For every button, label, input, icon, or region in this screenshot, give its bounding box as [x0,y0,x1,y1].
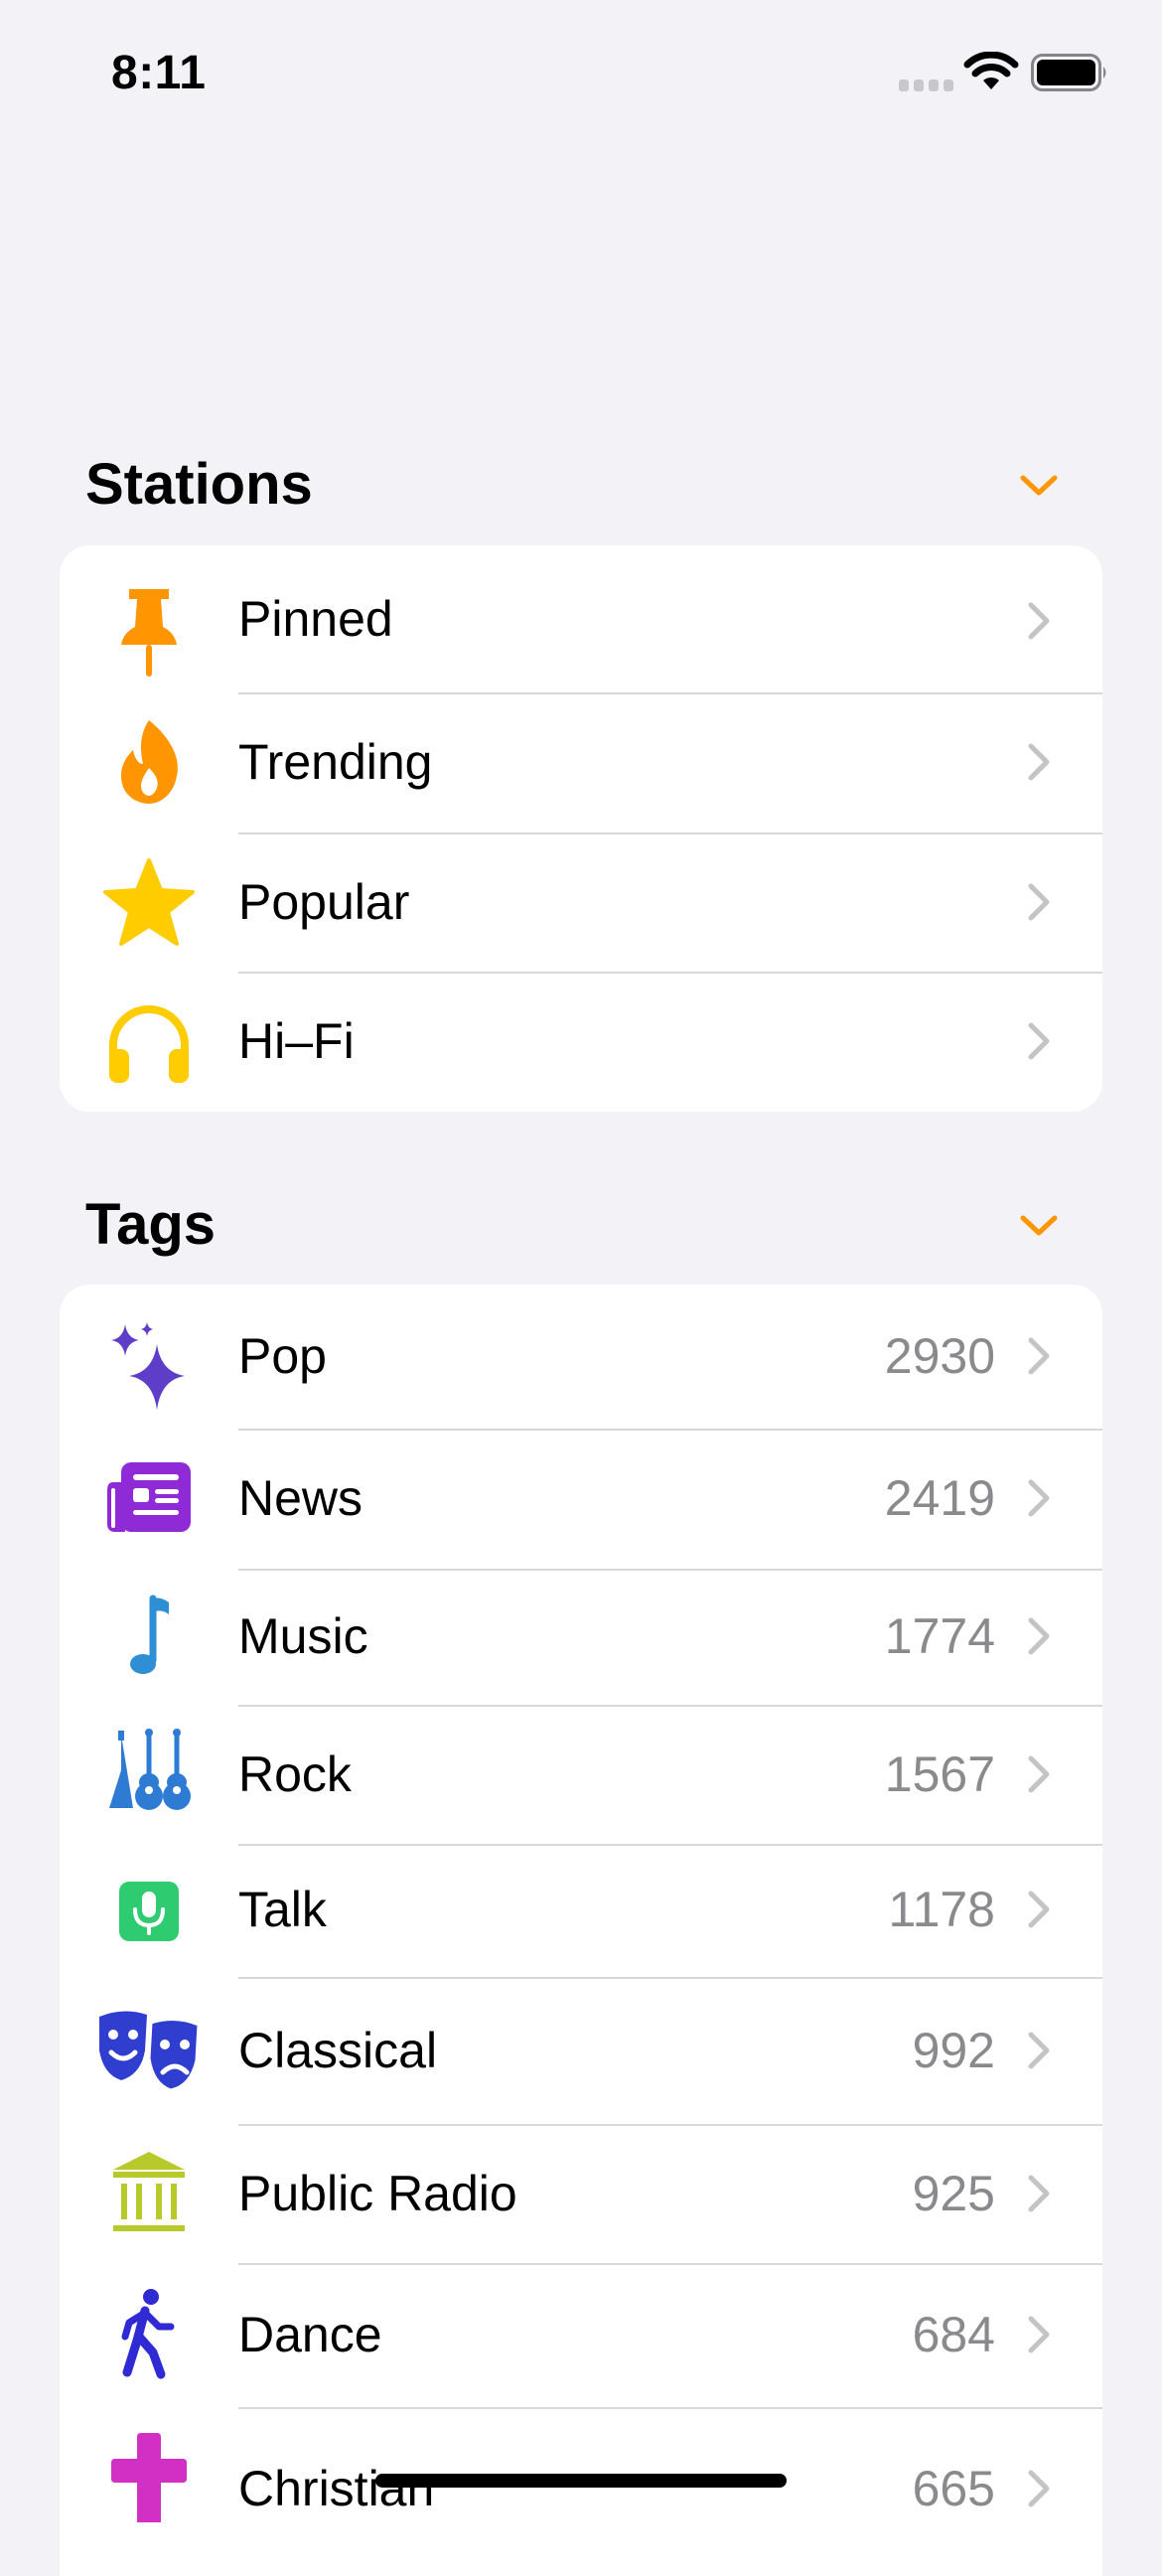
chevron-right-icon [1028,883,1050,921]
row-divider [238,1977,1102,1979]
row-divider [238,833,1102,834]
tag-row-public-radio[interactable]: Public Radio 925 [60,2124,1102,2263]
row-label: Popular [238,874,410,930]
row-label: Music [238,1608,368,1664]
sparkles-icon [111,1322,185,1410]
row-label: Talk [238,1882,327,1937]
tag-row-christian[interactable]: Christian 665 [60,2407,1102,2576]
status-bar: 8:11 [0,0,1162,149]
row-count: 1774 [884,1608,995,1664]
cellular-signal-icon [899,79,953,91]
row-divider [238,1569,1102,1571]
tags-title: Tags [85,1192,217,1257]
row-label: Christian [238,2461,435,2516]
wifi-icon [963,52,1019,89]
chevron-right-icon [1028,1617,1050,1655]
tags-section-header[interactable]: Tags [0,1180,1162,1270]
chevron-right-icon [1028,2316,1050,2353]
chevron-down-icon[interactable] [1017,1208,1061,1242]
row-count: 665 [912,2461,995,2516]
tags-list: Pop 2930 News 2419 Music 1774 Rock 1567 … [60,1285,1102,2576]
chevron-right-icon [1028,743,1050,781]
status-time: 8:11 [111,47,207,99]
chevron-right-icon [1028,1755,1050,1793]
stations-list: Pinned Trending Popular Hi–Fi [60,545,1102,1112]
chevron-right-icon [1028,1479,1050,1517]
station-row-pinned[interactable]: Pinned [60,545,1102,692]
chevron-right-icon [1028,2470,1050,2507]
row-label: Public Radio [238,2166,517,2221]
row-label: Dance [238,2307,382,2362]
row-count: 925 [912,2166,995,2221]
music-note-icon [130,1594,169,1674]
tag-row-music[interactable]: Music 1774 [60,1569,1102,1705]
battery-icon [1031,54,1106,91]
station-row-trending[interactable]: Trending [60,692,1102,833]
row-count: 992 [912,2023,995,2078]
chevron-right-icon [1028,602,1050,640]
chevron-right-icon [1028,1022,1050,1060]
home-indicator[interactable] [375,2474,787,2488]
row-label: Pop [238,1328,327,1384]
figure-walk-icon [121,2289,175,2379]
pin-icon [121,589,177,677]
row-count: 2419 [884,1470,995,1526]
tag-row-classical[interactable]: Classical 992 [60,1977,1102,2124]
chevron-down-icon[interactable] [1017,468,1061,502]
row-label: News [238,1470,363,1526]
row-divider [238,692,1102,694]
cross-icon [111,2433,187,2522]
row-label: Rock [238,1746,352,1802]
star-icon [103,858,195,946]
row-count: 1567 [884,1746,995,1802]
row-divider [238,2407,1102,2409]
flame-icon [121,720,178,804]
microphone-icon [119,1882,179,1941]
guitars-icon [109,1729,191,1810]
row-count: 2930 [884,1328,995,1384]
row-label: Trending [238,734,433,790]
row-count: 684 [912,2307,995,2362]
building-columns-icon [113,2152,185,2231]
chevron-right-icon [1028,1337,1050,1375]
row-divider [238,2124,1102,2126]
tag-row-rock[interactable]: Rock 1567 [60,1705,1102,1844]
row-label: Hi–Fi [238,1013,355,1069]
theater-masks-icon [99,2011,201,2092]
tag-row-pop[interactable]: Pop 2930 [60,1285,1102,1429]
tag-row-news[interactable]: News 2419 [60,1429,1102,1569]
row-divider [238,1844,1102,1846]
row-label: Classical [238,2023,438,2078]
chevron-right-icon [1028,2032,1050,2069]
row-count: 1178 [888,1882,995,1937]
station-row-hifi[interactable]: Hi–Fi [60,972,1102,1112]
chevron-right-icon [1028,1891,1050,1928]
row-divider [238,972,1102,974]
tag-row-talk[interactable]: Talk 1178 [60,1844,1102,1977]
row-label: Pinned [238,591,393,647]
chevron-right-icon [1028,2175,1050,2212]
stations-title: Stations [85,452,313,517]
headphones-icon [109,1005,189,1083]
row-divider [238,1705,1102,1707]
station-row-popular[interactable]: Popular [60,833,1102,972]
tag-row-dance[interactable]: Dance 684 [60,2263,1102,2407]
stations-section-header[interactable]: Stations [0,440,1162,530]
row-divider [238,1429,1102,1431]
newspaper-icon [107,1462,191,1532]
row-divider [238,2263,1102,2265]
